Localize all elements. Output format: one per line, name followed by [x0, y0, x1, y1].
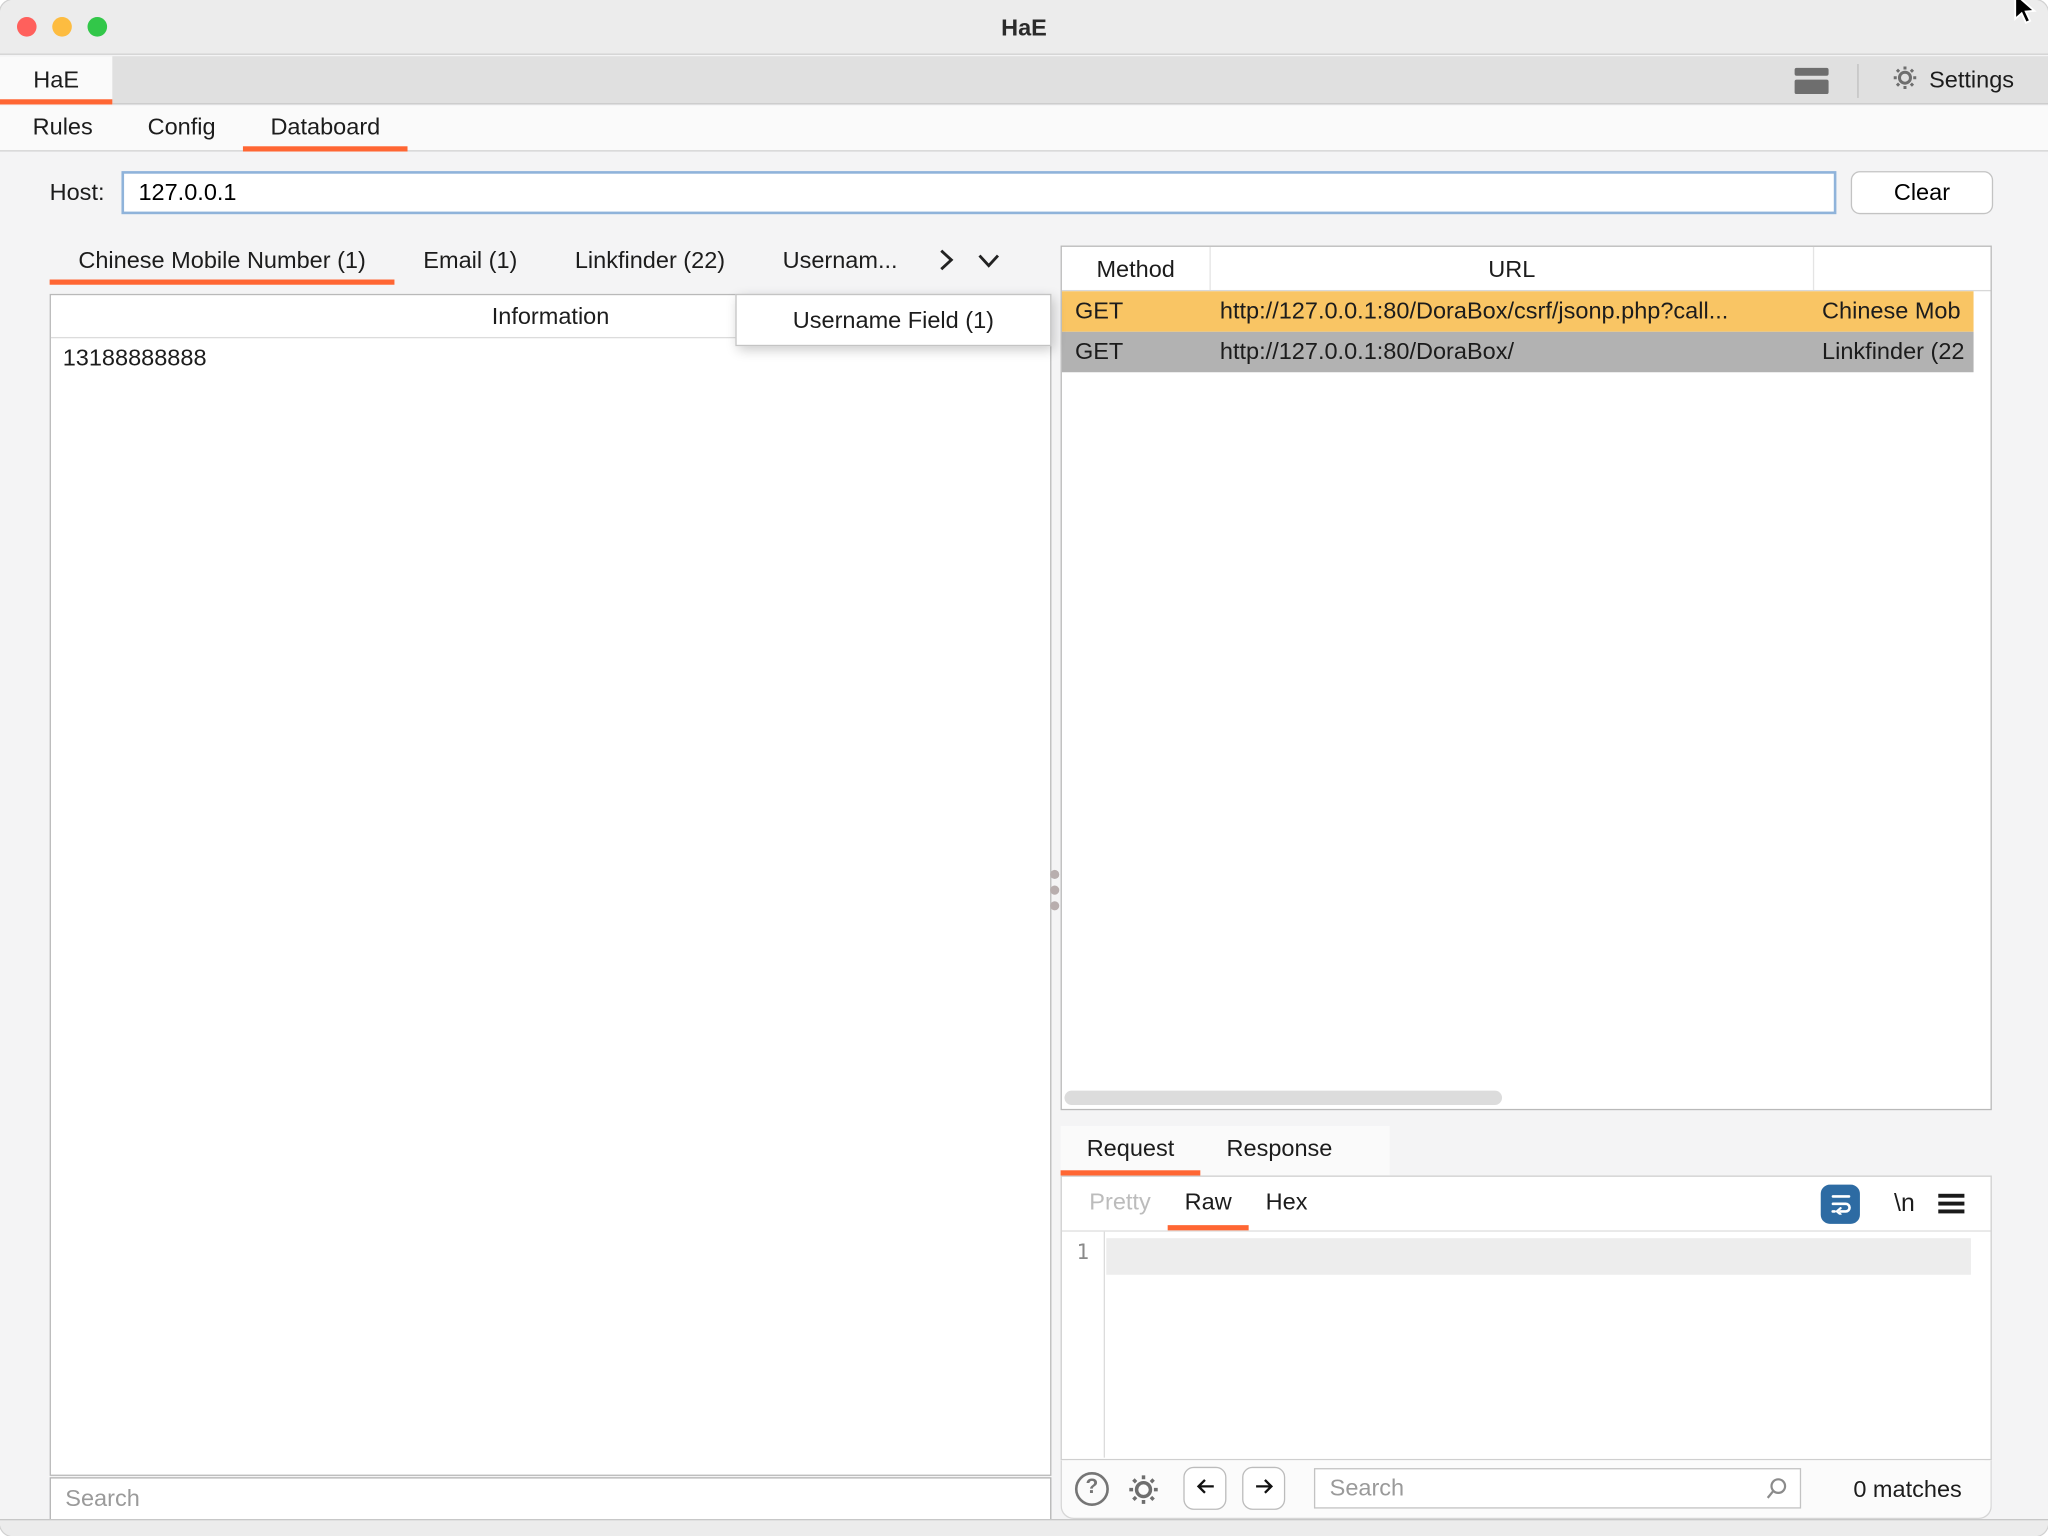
settings-button[interactable]: Settings: [1890, 62, 2014, 99]
window-bottom-edge: [0, 1519, 2048, 1536]
window-title: HaE: [0, 0, 2048, 55]
editor-bottom-bar: ?: [1061, 1460, 1992, 1519]
host-input[interactable]: [121, 171, 1836, 214]
hae-window: HaE HaE Settings: [0, 0, 2048, 1536]
current-line-highlight: [1106, 1238, 1971, 1275]
editor-body[interactable]: 1: [1062, 1232, 1991, 1458]
show-newlines-toggle[interactable]: \n: [1894, 1177, 1915, 1231]
extractor-search-input[interactable]: [50, 1477, 1052, 1520]
extractor-overflow-menu: Username Field (1): [735, 294, 1051, 346]
editor-search-input[interactable]: [1314, 1468, 1801, 1508]
cell-method: GET: [1062, 291, 1210, 331]
tab-hae-label: HaE: [33, 67, 79, 94]
column-header-method[interactable]: Method: [1062, 247, 1210, 290]
table-row[interactable]: GET http://127.0.0.1:80/DoraBox/csrf/jso…: [1062, 291, 1974, 331]
vertical-splitter-handle[interactable]: [1050, 870, 1059, 910]
tabbar-right-cluster: Settings: [1795, 56, 2014, 104]
cell-tag: Linkfinder (22: [1813, 332, 1974, 372]
hae-nav-tabs: Rules Config Databoard: [0, 106, 2048, 152]
line-number: 1: [1062, 1240, 1104, 1265]
titlebar: HaE: [0, 0, 2048, 55]
column-header-tag[interactable]: [1813, 247, 1991, 290]
search-settings-button[interactable]: [1125, 1471, 1163, 1515]
cell-url: http://127.0.0.1:80/DoraBox/: [1209, 332, 1812, 372]
gear-icon: [1890, 62, 1920, 99]
gear-icon: [1125, 1492, 1163, 1514]
menu-item-username-field[interactable]: Username Field (1): [793, 306, 994, 333]
tab-raw[interactable]: Raw: [1168, 1177, 1249, 1231]
chevron-down-icon: [977, 250, 1001, 276]
match-count: 0 matches: [1853, 1460, 1961, 1517]
format-tabs: Pretty Raw Hex \n: [1062, 1177, 1991, 1232]
message-editor: Pretty Raw Hex \n: [1061, 1176, 1992, 1461]
table-row[interactable]: GET http://127.0.0.1:80/DoraBox/ Linkfin…: [1062, 332, 1974, 372]
requests-table-header: Method URL: [1062, 247, 1991, 291]
tab-pretty[interactable]: Pretty: [1072, 1177, 1167, 1231]
column-header-url[interactable]: URL: [1209, 247, 1812, 290]
word-wrap-icon: [1827, 1187, 1854, 1221]
tab-config[interactable]: Config: [120, 106, 243, 152]
arrow-left-icon: [1193, 1475, 1217, 1502]
tab-hex[interactable]: Hex: [1249, 1177, 1325, 1231]
tab-email[interactable]: Email (1): [395, 242, 547, 285]
help-icon[interactable]: ?: [1075, 1472, 1109, 1506]
active-tab-underline: [0, 99, 112, 104]
chevron-right-icon: [937, 248, 957, 278]
tab-databoard[interactable]: Databoard: [243, 106, 408, 152]
cell-tag: Chinese Mob: [1813, 291, 1974, 331]
tab-rules[interactable]: Rules: [5, 106, 120, 152]
tab-linkfinder[interactable]: Linkfinder (22): [546, 242, 754, 285]
tabs-scroll-right-button[interactable]: [926, 242, 966, 285]
settings-label: Settings: [1929, 67, 2014, 94]
cell-url: http://127.0.0.1:80/DoraBox/csrf/jsonp.p…: [1209, 291, 1812, 331]
extractor-panel: Chinese Mobile Number (1) Email (1) Link…: [50, 242, 1052, 1519]
tab-request[interactable]: Request: [1061, 1126, 1201, 1176]
arrow-right-icon: [1252, 1475, 1276, 1502]
tab-username-truncated[interactable]: Usernam...: [754, 242, 926, 285]
information-table: Information 13188888888: [50, 294, 1052, 1476]
host-label: Host:: [50, 171, 105, 213]
requests-panel: Method URL GET http://127.0.0.1:80/DoraB…: [1061, 242, 1992, 1519]
next-match-button[interactable]: [1242, 1467, 1285, 1510]
clear-button[interactable]: Clear: [1851, 171, 1993, 214]
menu-icon[interactable]: [1938, 1194, 1964, 1218]
message-tabs: Request Response: [1061, 1126, 1390, 1176]
cell-method: GET: [1062, 332, 1210, 372]
extractor-tabs: Chinese Mobile Number (1) Email (1) Link…: [50, 242, 1052, 285]
requests-table: Method URL GET http://127.0.0.1:80/DoraB…: [1061, 246, 1992, 1111]
horizontal-scrollbar[interactable]: [1064, 1091, 1969, 1107]
tabs-overflow-list-button[interactable]: [967, 242, 1011, 285]
tab-chinese-mobile-number[interactable]: Chinese Mobile Number (1): [50, 242, 395, 285]
panel-icon[interactable]: [1795, 67, 1829, 93]
search-icon: [1763, 1476, 1789, 1509]
toolbar-divider: [1857, 63, 1858, 97]
word-wrap-button[interactable]: [1821, 1185, 1860, 1224]
horizontal-scrollbar-thumb[interactable]: [1064, 1091, 1502, 1105]
main-tabbar: HaE Settings: [0, 56, 2048, 104]
tab-hae[interactable]: HaE: [0, 56, 112, 104]
line-number-gutter: 1: [1062, 1232, 1105, 1458]
previous-match-button[interactable]: [1183, 1467, 1226, 1510]
mouse-cursor: [2013, 0, 2044, 33]
tab-response[interactable]: Response: [1200, 1126, 1358, 1176]
